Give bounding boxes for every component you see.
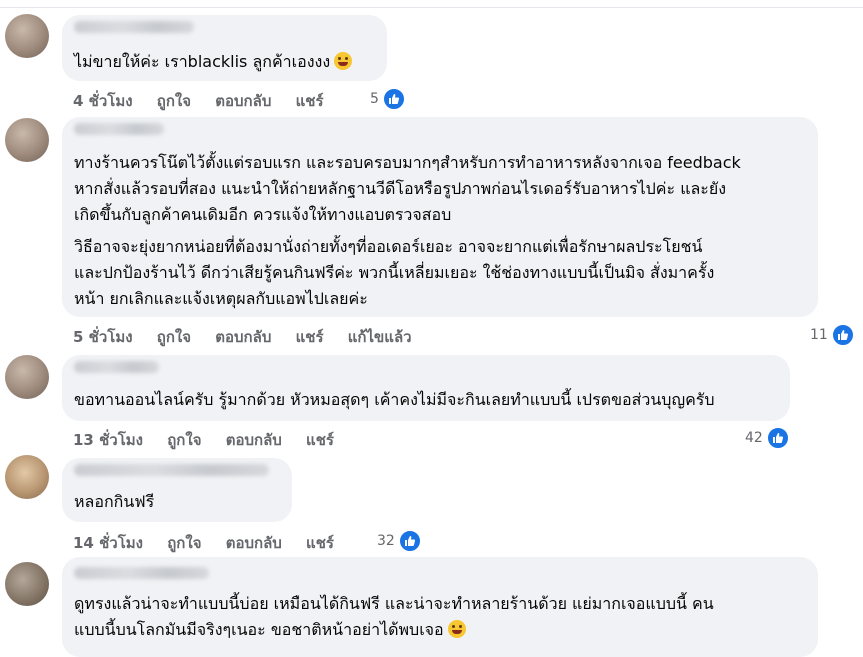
reaction-count[interactable]: 32 [377,529,422,553]
comment-text-line: และปกป้องร้านไว้ ดีกว่าเสียรู้คนกินฟรีค่… [74,263,715,282]
avatar[interactable] [5,455,49,499]
comment-bubble: หลอกกินฟรี [62,458,292,522]
reply-link[interactable]: ตอบกลับ [215,328,271,346]
reaction-count[interactable]: 5 [370,87,406,111]
comment-actions: 4 ชั่วโมง ถูกใจ ตอบกลับ แชร์ [73,89,343,113]
like-link[interactable]: ถูกใจ [167,431,201,449]
author-name-blurred [74,464,269,476]
comment-text-line: ทางร้านควรโน๊ตไว้ตั้งแต่รอบแรก และรอบครอ… [74,153,741,172]
like-count: 11 [810,327,828,343]
comment-actions: 14 ชั่วโมง ถูกใจ ตอบกลับ แชร์ [73,531,353,555]
author-name-blurred [74,21,194,33]
author-name-blurred [74,123,164,135]
share-link[interactable]: แชร์ [306,534,334,552]
like-link[interactable]: ถูกใจ [167,534,201,552]
comment-text-line: ขอทานออนไลน์ครับ รู้มากด้วย หัวหมอสุดๆ เ… [74,390,715,409]
comment-actions: 5 ชั่วโมง ถูกใจ ตอบกลับ แชร์ แก้ไขแล้ว [73,325,431,349]
like-link[interactable]: ถูกใจ [157,92,191,110]
comment-text-line: แบบนี้บนโลกมันมีจริงๆเนอะ ขอชาติหน้าอย่า… [74,617,466,643]
comment-bubble: ขอทานออนไลน์ครับ รู้มากด้วย หัวหมอสุดๆ เ… [62,355,790,421]
like-count: 42 [745,430,763,446]
comment-bubble: ดูทรงแล้วน่าจะทำแบบนี้บ่อย เหมือนได้กินฟ… [62,557,818,657]
avatar[interactable] [5,562,49,606]
avatar[interactable] [5,355,49,399]
comment-text-line: วิธีอาจจะยุ่งยากหน่อยที่ต้องมานั่งถ่ายทั… [74,237,703,256]
reply-link[interactable]: ตอบกลับ [215,92,271,110]
comment-text-line: หลอกกินฟรี [74,492,155,511]
comment-text-line: หากสั่งแล้วรอบที่สอง แนะนำให้ถ่ายหลักฐาน… [74,179,727,198]
timestamp-link[interactable]: 5 ชั่วโมง [73,328,133,346]
author-name-blurred [74,361,159,373]
timestamp-link[interactable]: 14 ชั่วโมง [73,534,143,552]
reply-link[interactable]: ตอบกลับ [226,534,282,552]
like-link[interactable]: ถูกใจ [157,328,191,346]
reply-link[interactable]: ตอบกลับ [226,431,282,449]
avatar[interactable] [5,14,49,58]
reaction-count[interactable]: 11 [810,323,855,347]
share-link[interactable]: แชร์ [296,92,324,110]
thumbs-up-icon [830,323,855,347]
like-count: 5 [370,91,379,107]
comment-text-line: ดูทรงแล้วน่าจะทำแบบนี้บ่อย เหมือนได้กินฟ… [74,594,714,613]
comment-text-line: ไม่ขายให้ค่ะ เราblacklis ลูกค้าเองงง [74,49,353,75]
comment-bubble: ทางร้านควรโน๊ตไว้ตั้งแต่รอบแรก และรอบครอ… [62,117,818,317]
thumbs-up-icon [381,87,406,111]
timestamp-link[interactable]: 4 ชั่วโมง [73,92,133,110]
top-divider [0,7,863,8]
edited-label: แก้ไขแล้ว [347,328,412,346]
avatar[interactable] [5,118,49,162]
grin-emoji-icon [447,620,466,638]
comment-text-line: หน้า ยกเลิกและแจ้งเหตุผลกับแอพไปเลยค่ะ [74,289,368,308]
tongue-wink-emoji-icon [334,52,353,70]
share-link[interactable]: แชร์ [296,328,324,346]
like-count: 32 [377,533,395,549]
thumbs-up-icon [397,529,422,553]
timestamp-link[interactable]: 13 ชั่วโมง [73,431,143,449]
share-link[interactable]: แชร์ [306,431,334,449]
thumbs-up-icon [765,426,790,450]
comment-bubble: ไม่ขายให้ค่ะ เราblacklis ลูกค้าเองงง [62,15,387,81]
comment-actions: 13 ชั่วโมง ถูกใจ ตอบกลับ แชร์ [73,428,353,452]
comment-text-line: เกิดขึ้นกับลูกค้าคนเดิมอีก ควรแจ้งให้ทาง… [74,205,452,224]
author-name-blurred [74,567,209,579]
reaction-count[interactable]: 42 [745,426,790,450]
